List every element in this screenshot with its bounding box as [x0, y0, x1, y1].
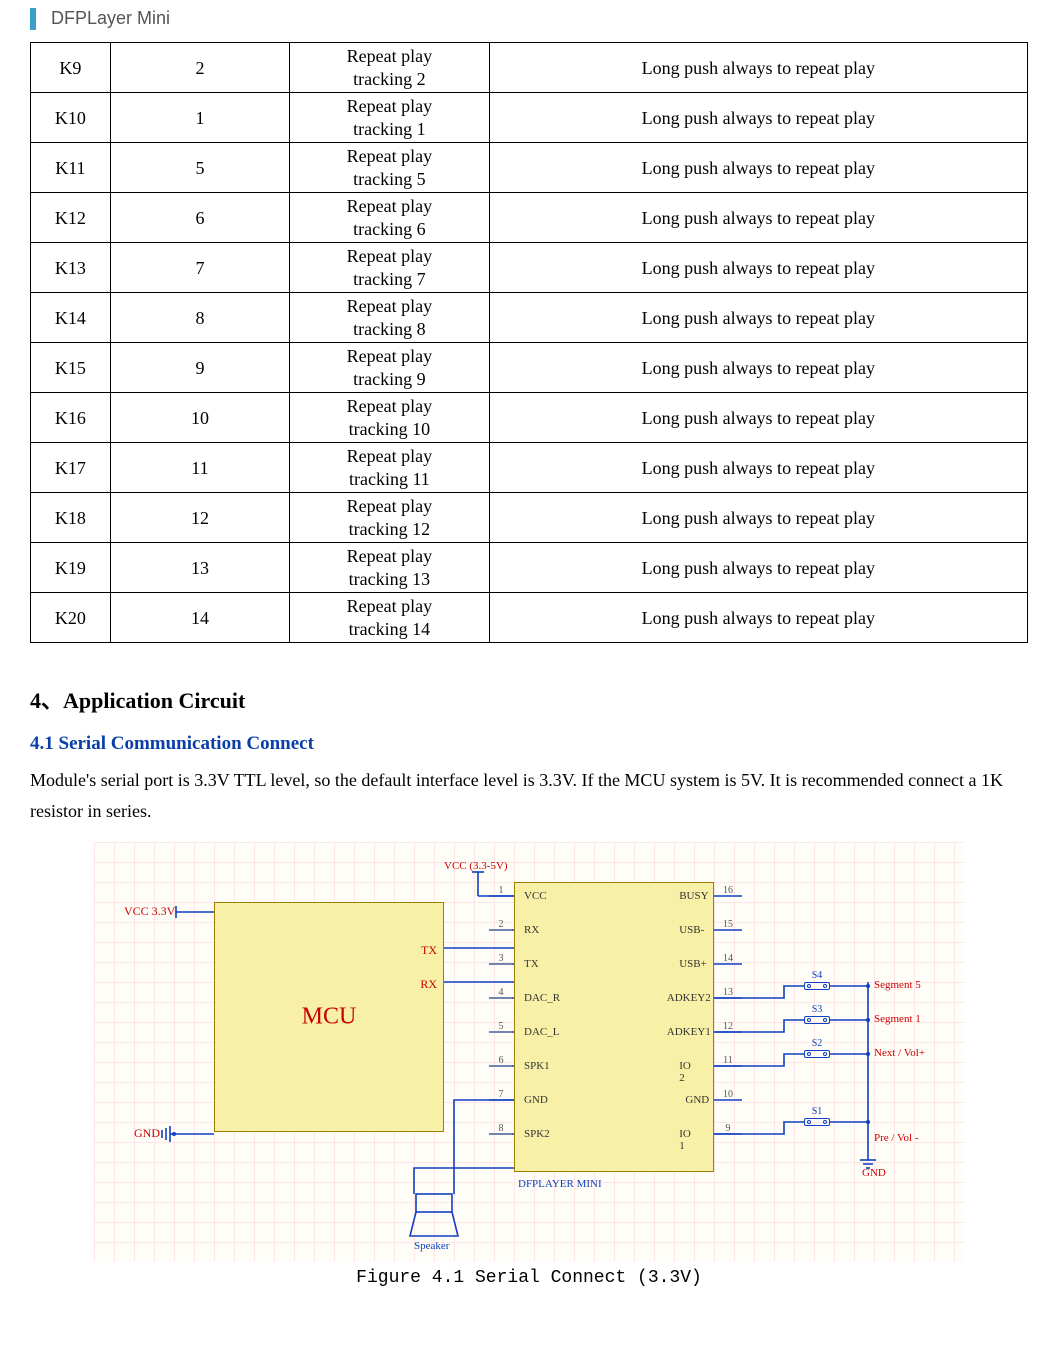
- table-cell: Repeat playtracking 9: [290, 343, 489, 393]
- table-cell: Long push always to repeat play: [489, 243, 1027, 293]
- page-header: DFPLayer Mini: [30, 8, 1028, 30]
- svg-text:14: 14: [723, 953, 733, 964]
- table-cell: Long push always to repeat play: [489, 493, 1027, 543]
- table-cell: Long push always to repeat play: [489, 343, 1027, 393]
- table-cell: K11: [31, 143, 111, 193]
- table-cell: Repeat playtracking 14: [290, 593, 489, 643]
- table-row: K92Repeat playtracking 2Long push always…: [31, 43, 1028, 93]
- table-cell: K13: [31, 243, 111, 293]
- figure-caption: Figure 4.1 Serial Connect (3.3V): [30, 1268, 1028, 1288]
- header-title: DFPLayer Mini: [51, 8, 170, 28]
- table-cell: Repeat playtracking 1: [290, 93, 489, 143]
- table-cell: Long push always to repeat play: [489, 43, 1027, 93]
- svg-text:4: 4: [499, 987, 504, 998]
- table-cell: Repeat playtracking 11: [290, 443, 489, 493]
- table-cell: Repeat playtracking 8: [290, 293, 489, 343]
- svg-text:7: 7: [499, 1089, 504, 1100]
- table-cell: 11: [110, 443, 289, 493]
- svg-text:16: 16: [723, 885, 733, 896]
- table-cell: Repeat playtracking 5: [290, 143, 489, 193]
- svg-text:3: 3: [499, 953, 504, 964]
- table-cell: 12: [110, 493, 289, 543]
- table-cell: 6: [110, 193, 289, 243]
- table-cell: 13: [110, 543, 289, 593]
- svg-text:11: 11: [723, 1055, 733, 1066]
- table-row: K1711Repeat playtracking 11Long push alw…: [31, 443, 1028, 493]
- svg-text:5: 5: [499, 1021, 504, 1032]
- table-row: K159Repeat playtracking 9Long push alway…: [31, 343, 1028, 393]
- table-cell: Long push always to repeat play: [489, 443, 1027, 493]
- svg-text:9: 9: [726, 1123, 731, 1134]
- svg-text:12: 12: [723, 1021, 733, 1032]
- svg-text:13: 13: [723, 987, 733, 998]
- table-row: K1610Repeat playtracking 10Long push alw…: [31, 393, 1028, 443]
- serial-connect-diagram: MCU TX RX DFPLAYER MINI VCC (3.3-5V) VCC…: [94, 842, 964, 1262]
- table-cell: Long push always to repeat play: [489, 593, 1027, 643]
- table-cell: Long push always to repeat play: [489, 93, 1027, 143]
- table-cell: K17: [31, 443, 111, 493]
- table-cell: Repeat playtracking 2: [290, 43, 489, 93]
- table-cell: K15: [31, 343, 111, 393]
- table-cell: Long push always to repeat play: [489, 193, 1027, 243]
- table-cell: K19: [31, 543, 111, 593]
- wiring-svg: 12345678 161514131211109: [94, 842, 964, 1262]
- svg-text:6: 6: [499, 1055, 504, 1066]
- table-cell: 9: [110, 343, 289, 393]
- table-cell: 5: [110, 143, 289, 193]
- table-cell: K16: [31, 393, 111, 443]
- table-cell: 8: [110, 293, 289, 343]
- table-cell: K12: [31, 193, 111, 243]
- paragraph-serial-note: Module's serial port is 3.3V TTL level, …: [30, 765, 1028, 826]
- table-cell: Repeat playtracking 12: [290, 493, 489, 543]
- table-cell: 10: [110, 393, 289, 443]
- svg-text:10: 10: [723, 1089, 733, 1100]
- table-row: K101Repeat playtracking 1Long push alway…: [31, 93, 1028, 143]
- table-cell: Repeat playtracking 7: [290, 243, 489, 293]
- svg-text:1: 1: [499, 885, 504, 896]
- table-row: K148Repeat playtracking 8Long push alway…: [31, 293, 1028, 343]
- table-cell: Long push always to repeat play: [489, 393, 1027, 443]
- table-cell: 14: [110, 593, 289, 643]
- header-accent: [30, 8, 36, 30]
- svg-text:15: 15: [723, 919, 733, 930]
- table-cell: K14: [31, 293, 111, 343]
- svg-text:8: 8: [499, 1123, 504, 1134]
- table-row: K1812Repeat playtracking 12Long push alw…: [31, 493, 1028, 543]
- table-row: K115Repeat playtracking 5Long push alway…: [31, 143, 1028, 193]
- table-cell: 7: [110, 243, 289, 293]
- svg-text:2: 2: [499, 919, 504, 930]
- table-cell: 2: [110, 43, 289, 93]
- table-cell: Repeat playtracking 13: [290, 543, 489, 593]
- table-cell: Repeat playtracking 10: [290, 393, 489, 443]
- table-cell: K20: [31, 593, 111, 643]
- section-heading: 4、Application Circuit: [30, 683, 1028, 715]
- table-row: K1913Repeat playtracking 13Long push alw…: [31, 543, 1028, 593]
- table-row: K126Repeat playtracking 6Long push alway…: [31, 193, 1028, 243]
- table-cell: Long push always to repeat play: [489, 293, 1027, 343]
- table-cell: K18: [31, 493, 111, 543]
- table-cell: Long push always to repeat play: [489, 143, 1027, 193]
- table-cell: 1: [110, 93, 289, 143]
- table-row: K2014Repeat playtracking 14Long push alw…: [31, 593, 1028, 643]
- table-cell: Long push always to repeat play: [489, 543, 1027, 593]
- key-mapping-table: K92Repeat playtracking 2Long push always…: [30, 42, 1028, 643]
- table-row: K137Repeat playtracking 7Long push alway…: [31, 243, 1028, 293]
- table-cell: Repeat playtracking 6: [290, 193, 489, 243]
- table-cell: K10: [31, 93, 111, 143]
- subsection-heading: 4.1 Serial Communication Connect: [30, 733, 1028, 755]
- table-cell: K9: [31, 43, 111, 93]
